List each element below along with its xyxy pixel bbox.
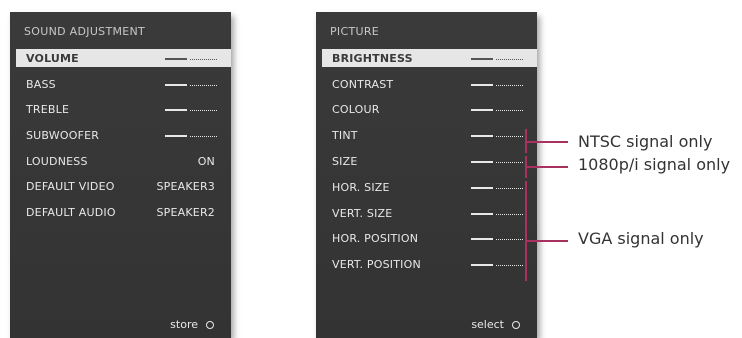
store-label: store <box>170 318 198 331</box>
sound-adjustment-menu: SOUND ADJUSTMENT VOLUME BASS TREBLE SUBWOOF… <box>10 12 231 338</box>
menu-item-loudness[interactable]: LOUDNESS ON <box>16 152 231 170</box>
menu-item-hor-size[interactable]: HOR. SIZE <box>322 178 537 196</box>
level-slider[interactable] <box>165 58 217 60</box>
menu-item-label: SUBWOOFER <box>26 128 100 142</box>
menu-item-label: DEFAULT VIDEO <box>26 179 115 193</box>
menu-item-subwoofer[interactable]: SUBWOOFER <box>16 126 231 144</box>
ntsc-connector <box>525 141 568 143</box>
menu-item-tint[interactable]: TINT <box>322 126 537 144</box>
menu-title: PICTURE <box>330 25 380 38</box>
menu-item-volume[interactable]: VOLUME <box>16 49 231 67</box>
store-control[interactable]: store <box>170 318 214 331</box>
vga-connector <box>525 240 568 242</box>
menu-item-treble[interactable]: TREBLE <box>16 100 231 118</box>
menu-item-value: SPEAKER2 <box>156 205 215 219</box>
menu-item-label: SIZE <box>332 154 358 168</box>
level-slider[interactable] <box>471 187 523 189</box>
p1080-connector <box>525 166 568 168</box>
menu-item-hor-position[interactable]: HOR. POSITION <box>322 229 537 247</box>
level-slider[interactable] <box>471 161 523 163</box>
vga-bracket <box>525 181 527 281</box>
menu-item-vert-size[interactable]: VERT. SIZE <box>322 204 537 222</box>
menu-item-colour[interactable]: COLOUR <box>322 100 537 118</box>
menu-item-label: VERT. POSITION <box>332 257 421 271</box>
level-slider[interactable] <box>471 58 523 60</box>
level-slider[interactable] <box>165 84 217 86</box>
level-slider[interactable] <box>165 109 217 111</box>
menu-item-vert-position[interactable]: VERT. POSITION <box>322 255 537 273</box>
menu-item-label: BASS <box>26 77 56 91</box>
select-control[interactable]: select <box>471 318 520 331</box>
level-slider[interactable] <box>471 84 523 86</box>
menu-item-size[interactable]: SIZE <box>322 152 537 170</box>
level-slider[interactable] <box>471 135 523 137</box>
level-slider[interactable] <box>471 264 523 266</box>
menu-item-brightness[interactable]: BRIGHTNESS <box>322 49 537 67</box>
level-slider[interactable] <box>471 238 523 240</box>
menu-item-contrast[interactable]: CONTRAST <box>322 75 537 93</box>
select-button-icon[interactable] <box>512 320 520 329</box>
menu-item-label: TINT <box>332 128 358 142</box>
menu-item-label: HOR. POSITION <box>332 231 419 245</box>
store-button-icon[interactable] <box>206 320 214 329</box>
menu-item-value: SPEAKER3 <box>156 179 215 193</box>
menu-title: SOUND ADJUSTMENT <box>24 25 146 38</box>
vga-annotation: VGA signal only <box>578 229 704 248</box>
menu-item-label: DEFAULT AUDIO <box>26 205 116 219</box>
picture-menu: PICTURE BRIGHTNESS CONTRAST COLOUR TINT SIZE… <box>316 12 537 338</box>
menu-item-label: VOLUME <box>26 51 79 65</box>
menu-item-label: TREBLE <box>26 102 70 116</box>
menu-item-label: BRIGHTNESS <box>332 51 413 65</box>
level-slider[interactable] <box>471 109 523 111</box>
menu-item-bass[interactable]: BASS <box>16 75 231 93</box>
menu-item-label: COLOUR <box>332 102 380 116</box>
level-slider[interactable] <box>165 135 217 137</box>
menu-item-label: VERT. SIZE <box>332 206 393 220</box>
p1080-annotation: 1080p/i signal only <box>578 155 731 174</box>
level-slider[interactable] <box>471 213 523 215</box>
ntsc-annotation: NTSC signal only <box>578 132 713 151</box>
menu-item-default-audio[interactable]: DEFAULT AUDIO SPEAKER2 <box>16 203 231 221</box>
menu-item-label: LOUDNESS <box>26 154 88 168</box>
menu-item-label: HOR. SIZE <box>332 180 390 194</box>
menu-item-value: ON <box>197 154 215 168</box>
select-label: select <box>471 318 504 331</box>
menu-item-label: CONTRAST <box>332 77 394 91</box>
menu-item-default-video[interactable]: DEFAULT VIDEO SPEAKER3 <box>16 177 231 195</box>
